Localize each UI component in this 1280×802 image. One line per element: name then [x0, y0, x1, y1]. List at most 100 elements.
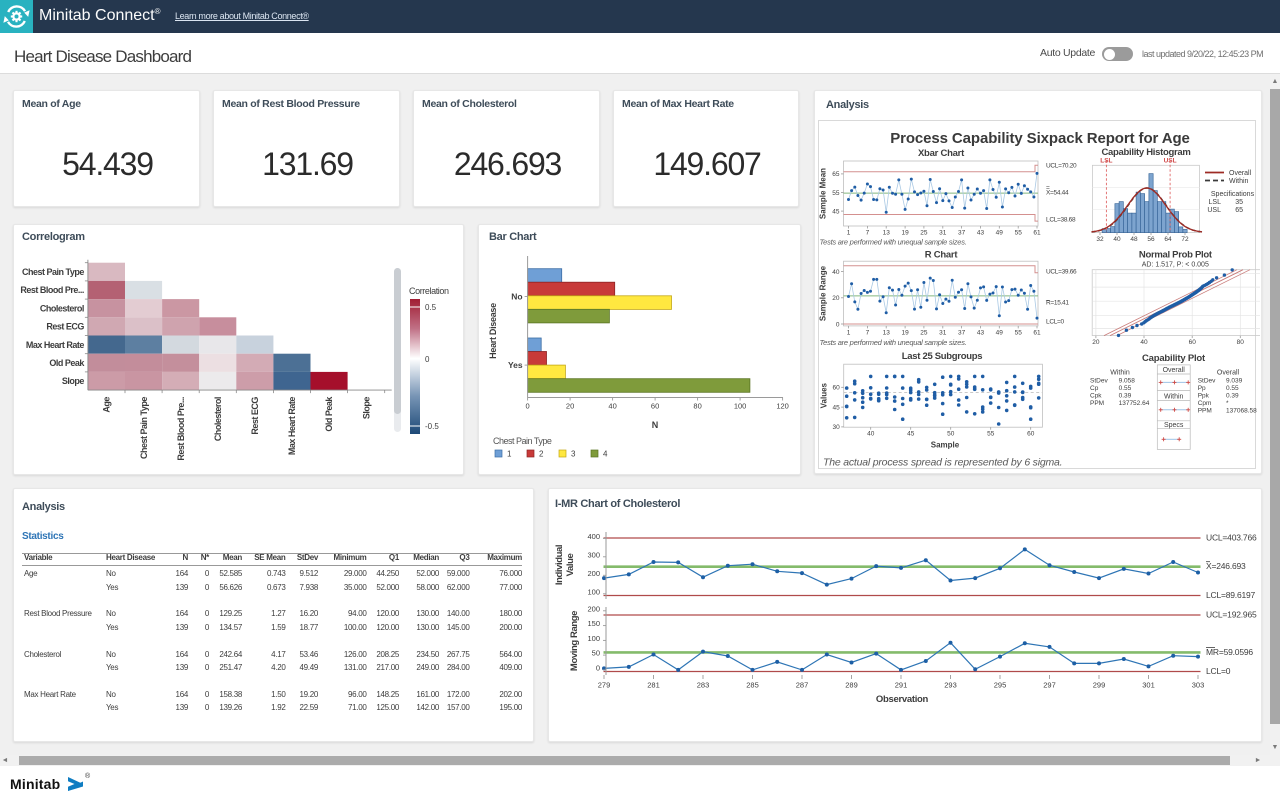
- svg-text:Sample Mean: Sample Mean: [819, 168, 828, 219]
- svg-text:300: 300: [587, 550, 600, 559]
- svg-text:1: 1: [847, 230, 851, 237]
- svg-text:31: 31: [939, 329, 947, 336]
- svg-text:60: 60: [832, 385, 840, 392]
- svg-text:Cp: Cp: [1090, 385, 1099, 392]
- svg-text:37: 37: [958, 329, 966, 336]
- svg-text:Specifications: Specifications: [1211, 191, 1255, 198]
- svg-text:StDev: StDev: [1090, 377, 1108, 384]
- svg-text:45: 45: [832, 208, 840, 215]
- svg-text:279: 279: [598, 681, 611, 690]
- svg-text:Within: Within: [1110, 370, 1130, 377]
- svg-text:1: 1: [507, 450, 512, 459]
- svg-text:LCL=0: LCL=0: [1046, 319, 1065, 326]
- svg-text:297: 297: [1043, 681, 1056, 690]
- svg-text:55: 55: [832, 190, 840, 197]
- svg-text:7: 7: [866, 230, 870, 237]
- svg-text:Within: Within: [1164, 394, 1184, 401]
- svg-text:19: 19: [901, 329, 909, 336]
- svg-text:LSL: LSL: [1209, 199, 1222, 206]
- svg-text:Rest Blood Pre...: Rest Blood Pre...: [176, 397, 186, 461]
- svg-text:Rest Blood Pre...: Rest Blood Pre...: [20, 285, 84, 295]
- svg-text:Ppk: Ppk: [1198, 392, 1210, 399]
- svg-text:301: 301: [1142, 681, 1155, 690]
- svg-text:Value: Value: [565, 553, 576, 576]
- svg-text:40: 40: [867, 431, 875, 438]
- svg-text:299: 299: [1093, 681, 1106, 690]
- svg-text:1: 1: [847, 329, 851, 336]
- svg-text:45: 45: [907, 431, 915, 438]
- svg-text:Overall: Overall: [1229, 170, 1252, 177]
- svg-text:40: 40: [832, 269, 840, 276]
- svg-text:0.55: 0.55: [1119, 385, 1132, 392]
- svg-text:LCL=0: LCL=0: [1206, 666, 1231, 676]
- svg-text:Individual: Individual: [554, 545, 565, 585]
- svg-text:UCL=403.766: UCL=403.766: [1206, 533, 1257, 543]
- svg-text:Capability Plot: Capability Plot: [1142, 353, 1206, 364]
- svg-text:40: 40: [1113, 236, 1121, 243]
- svg-text:Observation: Observation: [876, 694, 929, 705]
- svg-text:Cpm: Cpm: [1198, 400, 1212, 407]
- svg-text:Overall: Overall: [1163, 367, 1186, 374]
- svg-text:StDev: StDev: [1198, 377, 1216, 384]
- svg-text:Values: Values: [820, 382, 829, 408]
- svg-text:43: 43: [977, 329, 985, 336]
- svg-text:Capability Histogram: Capability Histogram: [1101, 147, 1190, 158]
- svg-text:60: 60: [651, 402, 659, 411]
- svg-text:55: 55: [987, 431, 995, 438]
- svg-text:Max Heart Rate: Max Heart Rate: [26, 340, 85, 350]
- svg-text:80: 80: [1237, 339, 1245, 346]
- svg-text:72: 72: [1181, 236, 1189, 243]
- svg-text:UCL=39.66: UCL=39.66: [1046, 269, 1077, 276]
- svg-text:Normal Prob Plot: Normal Prob Plot: [1139, 250, 1213, 261]
- svg-text:32: 32: [1096, 236, 1104, 243]
- svg-text:X=246.693: X=246.693: [1206, 561, 1246, 571]
- svg-text:Pp: Pp: [1198, 385, 1206, 392]
- svg-text:AD: 1.517, P: < 0.005: AD: 1.517, P: < 0.005: [1142, 262, 1209, 269]
- svg-text:UCL=70.20: UCL=70.20: [1046, 163, 1077, 170]
- svg-text:65: 65: [832, 171, 840, 178]
- svg-text:13: 13: [883, 329, 891, 336]
- svg-text:0: 0: [596, 663, 600, 672]
- svg-text:Tests are performed with unequ: Tests are performed with unequal sample …: [820, 238, 967, 247]
- svg-text:Overall: Overall: [1217, 370, 1240, 377]
- svg-text:61: 61: [1033, 329, 1041, 336]
- svg-text:0: 0: [526, 402, 530, 411]
- svg-text:Cpk: Cpk: [1090, 392, 1102, 399]
- svg-text:Chest Pain Type: Chest Pain Type: [139, 397, 149, 459]
- svg-text:0.5: 0.5: [425, 303, 437, 312]
- svg-text:LCL=89.6197: LCL=89.6197: [1206, 590, 1256, 600]
- svg-text:287: 287: [796, 681, 809, 690]
- svg-text:The actual process spread is r: The actual process spread is represented…: [823, 457, 1062, 469]
- svg-text:Sample: Sample: [931, 441, 960, 450]
- svg-text:137068.58: 137068.58: [1226, 407, 1257, 414]
- svg-text:100: 100: [734, 402, 747, 411]
- svg-text:30: 30: [832, 424, 840, 431]
- svg-text:Heart Disease: Heart Disease: [488, 303, 498, 359]
- svg-text:9.058: 9.058: [1119, 377, 1136, 384]
- svg-text:Old Peak: Old Peak: [49, 358, 85, 368]
- svg-text:USL: USL: [1164, 158, 1177, 165]
- svg-text:20: 20: [832, 295, 840, 302]
- svg-text:65: 65: [1235, 207, 1243, 214]
- svg-text:50: 50: [592, 649, 600, 658]
- svg-text:293: 293: [944, 681, 957, 690]
- svg-text:60: 60: [1027, 431, 1035, 438]
- svg-text:289: 289: [845, 681, 858, 690]
- svg-text:35: 35: [1235, 199, 1243, 206]
- svg-text:0: 0: [836, 321, 840, 328]
- svg-text:31: 31: [939, 230, 947, 237]
- svg-text:285: 285: [746, 681, 759, 690]
- svg-text:Within: Within: [1229, 178, 1249, 185]
- svg-text:No: No: [511, 292, 522, 302]
- svg-text:PPM: PPM: [1090, 400, 1104, 407]
- svg-text:0.39: 0.39: [1119, 392, 1132, 399]
- svg-text:60: 60: [1189, 339, 1197, 346]
- svg-text:4: 4: [603, 450, 608, 459]
- svg-text:61: 61: [1033, 230, 1041, 237]
- svg-text:120: 120: [776, 402, 789, 411]
- svg-text:150: 150: [587, 619, 600, 628]
- svg-text:200: 200: [587, 569, 600, 578]
- svg-text:R=15.41: R=15.41: [1046, 300, 1069, 307]
- svg-text:43: 43: [977, 230, 985, 237]
- svg-text:20: 20: [566, 402, 574, 411]
